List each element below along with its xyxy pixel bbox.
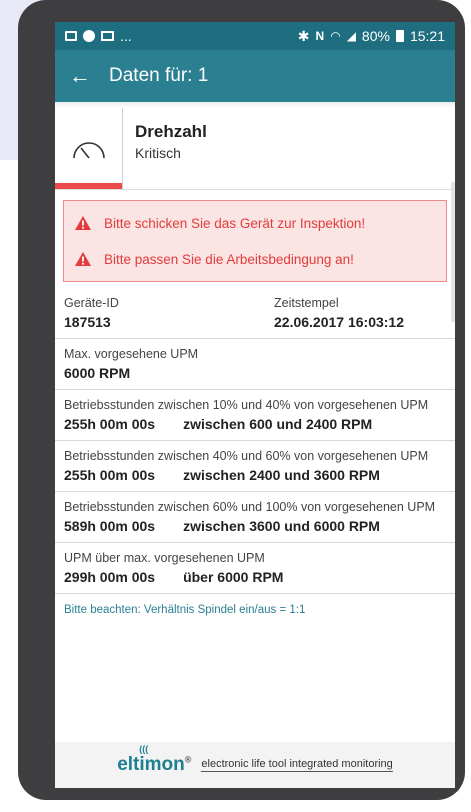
sensor-title: Drehzahl — [135, 122, 207, 141]
band-hours: 255h 00m 00s — [64, 416, 156, 432]
registered-mark: ® — [184, 754, 192, 765]
logo-text: eltimon — [117, 754, 185, 775]
spindle-note: Bitte beachten: Verhältnis Spindel ein/a… — [64, 604, 306, 616]
over-max-row: UPM über max. vorgesehenen UPM 299h 00m … — [55, 543, 455, 594]
battery-icon — [395, 30, 404, 42]
screen: ... ✱ N ◠ ◢ 80% 15:21 ← Daten für: 1 Dre… — [55, 22, 455, 788]
signal-icon: ◢ — [346, 29, 356, 43]
device-id-value: 187513 — [64, 314, 111, 330]
band-row: Betriebsstunden zwischen 60% und 100% vo… — [55, 492, 455, 543]
battery-percent: 80% — [361, 28, 390, 44]
max-rpm-label: Max. vorgesehene UPM — [64, 347, 199, 361]
over-max-range: über 6000 RPM — [183, 569, 284, 585]
app-bar: ← Daten für: 1 — [55, 50, 455, 102]
page-title: Daten für: 1 — [109, 65, 209, 86]
alert-text: Bitte schicken Sie das Gerät zur Inspekt… — [104, 215, 366, 231]
band-label: Betriebsstunden zwischen 60% und 100% vo… — [64, 500, 436, 514]
max-rpm-row: Max. vorgesehene UPM 6000 RPM — [55, 339, 455, 390]
footer: ((( eltimon® electronic life tool integr… — [55, 742, 455, 788]
device-info-row: Geräte-ID 187513 Zeitstempel 22.06.2017 … — [55, 288, 455, 339]
band-range: zwischen 2400 und 3600 RPM — [183, 467, 380, 483]
device-id-label: Geräte-ID — [64, 296, 119, 310]
status-bar: ... ✱ N ◠ ◢ 80% 15:21 — [55, 22, 455, 50]
band-range: zwischen 3600 und 6000 RPM — [183, 518, 380, 534]
warning-icon — [75, 216, 91, 230]
max-rpm-value: 6000 RPM — [64, 365, 131, 381]
alert-box: Bitte schicken Sie das Gerät zur Inspekt… — [63, 200, 447, 282]
nfc-icon: N — [315, 29, 325, 43]
notification-icon — [83, 30, 95, 42]
alert-row: Bitte schicken Sie das Gerät zur Inspekt… — [74, 205, 436, 241]
gauge-cell — [55, 108, 123, 189]
phone-frame: ... ✱ N ◠ ◢ 80% 15:21 ← Daten für: 1 Dre… — [18, 0, 465, 800]
back-arrow-icon[interactable]: ← — [69, 65, 91, 87]
band-hours: 589h 00m 00s — [64, 518, 156, 534]
signal-wave-icon: ((( — [139, 744, 149, 754]
gauge-icon — [72, 141, 105, 158]
mail-icon — [101, 31, 114, 41]
more-notifications: ... — [120, 28, 132, 44]
band-hours: 255h 00m 00s — [64, 467, 156, 483]
tagline: electronic life tool integrated monitori… — [201, 758, 393, 772]
eltimon-logo: ((( eltimon® — [117, 744, 192, 776]
warning-icon — [75, 252, 91, 266]
bluetooth-icon: ✱ — [297, 27, 310, 44]
band-row: Betriebsstunden zwischen 40% und 60% von… — [55, 441, 455, 492]
over-max-hours: 299h 00m 00s — [64, 569, 156, 585]
band-label: Betriebsstunden zwischen 40% und 60% von… — [64, 449, 429, 463]
over-max-label: UPM über max. vorgesehenen UPM — [64, 551, 265, 565]
band-range: zwischen 600 und 2400 RPM — [183, 416, 373, 432]
sensor-status: Kritisch — [135, 145, 181, 161]
wifi-icon: ◠ — [330, 29, 341, 43]
clock: 15:21 — [409, 28, 445, 44]
sensor-header[interactable]: Drehzahl Kritisch — [55, 108, 455, 190]
critical-indicator — [55, 183, 122, 189]
band-row: Betriebsstunden zwischen 10% und 40% von… — [55, 390, 455, 441]
gallery-icon — [65, 31, 77, 41]
scrollbar[interactable] — [451, 182, 455, 322]
alert-text: Bitte passen Sie die Arbeitsbedingung an… — [104, 251, 354, 267]
timestamp-label: Zeitstempel — [274, 296, 339, 310]
band-label: Betriebsstunden zwischen 10% und 40% von… — [64, 398, 429, 412]
timestamp-value: 22.06.2017 16:03:12 — [274, 314, 404, 330]
alert-row: Bitte passen Sie die Arbeitsbedingung an… — [74, 241, 436, 277]
